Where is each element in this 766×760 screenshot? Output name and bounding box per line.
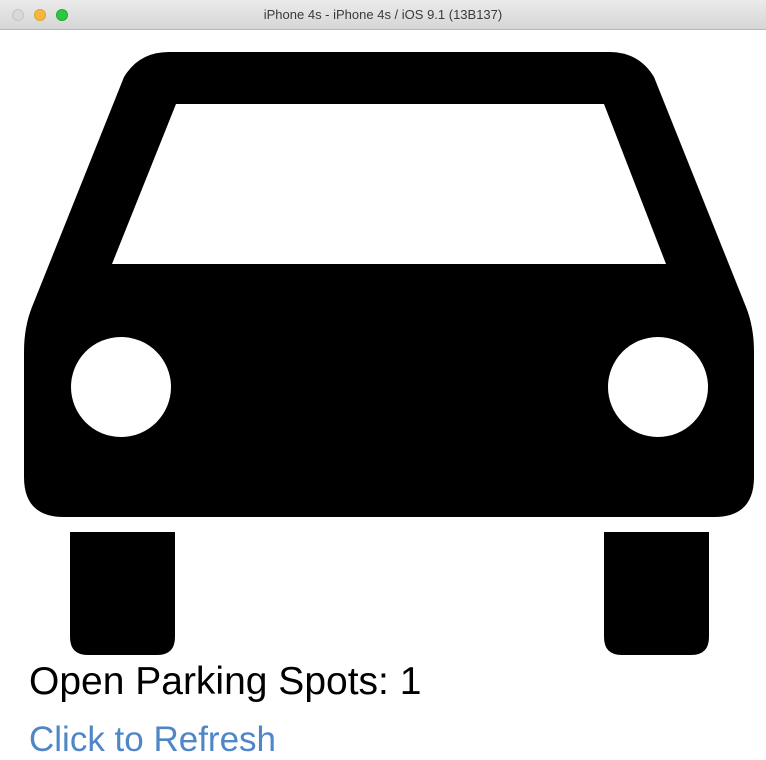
open-parking-spots-label: Open Parking Spots: 1 xyxy=(29,660,422,703)
windshield xyxy=(112,104,666,264)
left-headlight xyxy=(71,337,171,437)
right-wheel xyxy=(604,532,709,655)
refresh-button[interactable]: Click to Refresh xyxy=(29,718,276,760)
right-headlight xyxy=(608,337,708,437)
car-icon xyxy=(24,52,754,655)
left-wheel xyxy=(70,532,175,655)
title-bar: iPhone 4s - iPhone 4s / iOS 9.1 (13B137) xyxy=(0,0,766,30)
simulator-window: iPhone 4s - iPhone 4s / iOS 9.1 (13B137)… xyxy=(0,0,766,760)
window-title: iPhone 4s - iPhone 4s / iOS 9.1 (13B137) xyxy=(263,7,503,22)
